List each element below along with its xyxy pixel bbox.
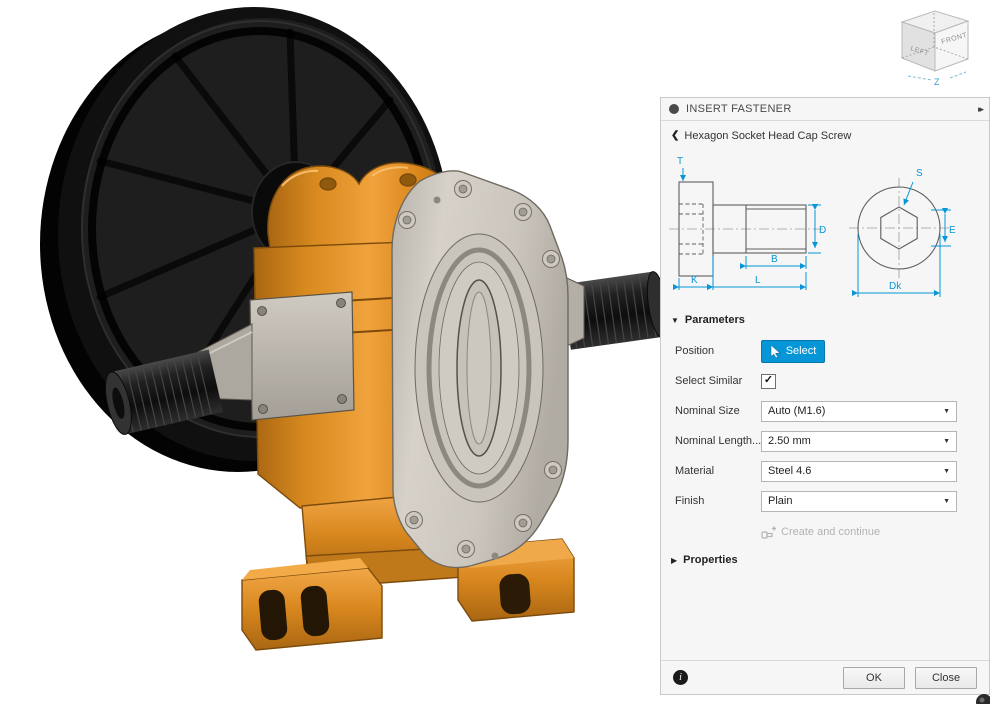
position-row: Position Select <box>675 340 975 362</box>
dim-label-l: L <box>755 275 761 286</box>
dim-label-e: E <box>949 225 956 236</box>
select-similar-row: Select Similar ✓ <box>675 370 975 392</box>
material-label: Material <box>675 465 761 477</box>
checkmark-icon: ✓ <box>764 375 773 386</box>
dim-label-s: S <box>916 168 923 179</box>
mounting-base[interactable] <box>242 539 574 650</box>
3d-model-gear-pump[interactable] <box>0 0 660 704</box>
insert-fastener-dialog: INSERT FASTENER ▸▸ ❮ Hexagon Socket Head… <box>660 97 990 695</box>
chevron-down-icon: ▼ <box>943 438 950 445</box>
back-chevron-icon: ❮ <box>671 131 679 141</box>
dim-label-t: T <box>677 156 683 167</box>
chevron-down-icon: ▼ <box>943 468 950 475</box>
select-similar-checkbox[interactable]: ✓ <box>761 374 776 389</box>
pointer-badge-icon <box>972 690 990 704</box>
material-dropdown[interactable]: Steel 4.6 ▼ <box>761 461 957 482</box>
section-expanded-icon: ▼ <box>671 316 679 325</box>
dialog-title: INSERT FASTENER <box>686 103 792 115</box>
cursor-icon <box>770 345 781 358</box>
finish-label: Finish <box>675 495 761 507</box>
section-collapsed-icon: ▶ <box>671 556 677 565</box>
create-and-continue-button[interactable]: Create and continue <box>761 522 880 542</box>
position-select-button[interactable]: Select <box>761 340 825 363</box>
select-similar-label: Select Similar <box>675 375 761 387</box>
chevron-down-icon: ▼ <box>943 408 950 415</box>
create-continue-icon <box>761 525 776 540</box>
chevron-down-icon: ▼ <box>943 498 950 505</box>
info-icon[interactable]: i <box>673 670 688 685</box>
dialog-footer: i OK Close <box>661 660 989 694</box>
nominal-size-row: Nominal Size Auto (M1.6) ▼ <box>675 400 975 422</box>
parameters-section-header[interactable]: ▼ Parameters <box>671 314 745 326</box>
close-button[interactable]: Close <box>915 667 977 689</box>
nominal-length-dropdown[interactable]: 2.50 mm ▼ <box>761 431 957 452</box>
z-axis-label: Z <box>934 77 940 87</box>
dim-label-d: D <box>819 225 826 236</box>
view-cube[interactable]: LEFT FRONT Z <box>888 2 984 90</box>
dim-label-dk: Dk <box>889 281 902 292</box>
nominal-length-row: Nominal Length... 2.50 mm ▼ <box>675 430 975 452</box>
nominal-length-label: Nominal Length... <box>675 435 761 447</box>
finish-row: Finish Plain ▼ <box>675 490 975 512</box>
parameters-title: Parameters <box>685 314 745 326</box>
fastener-type-label: Hexagon Socket Head Cap Screw <box>684 130 851 142</box>
ok-button[interactable]: OK <box>843 667 905 689</box>
panel-grip-icon[interactable] <box>669 104 679 114</box>
material-row: Material Steel 4.6 ▼ <box>675 460 975 482</box>
outlet-port[interactable] <box>554 270 660 352</box>
expand-panel-icon[interactable]: ▸▸ <box>978 104 981 115</box>
nominal-size-label: Nominal Size <box>675 405 761 417</box>
back-link[interactable]: ❮ Hexagon Socket Head Cap Screw <box>671 128 851 144</box>
dialog-header: INSERT FASTENER ▸▸ <box>661 98 989 121</box>
app-canvas[interactable]: LEFT FRONT Z INSERT FASTENER ▸▸ ❮ Hexago… <box>0 0 990 704</box>
dim-label-k: K <box>691 275 698 286</box>
properties-title: Properties <box>683 554 737 566</box>
cover-plate[interactable] <box>392 171 568 568</box>
finish-dropdown[interactable]: Plain ▼ <box>761 491 957 512</box>
properties-section-header[interactable]: ▶ Properties <box>671 554 738 566</box>
position-label: Position <box>675 345 761 357</box>
nominal-size-dropdown[interactable]: Auto (M1.6) ▼ <box>761 401 957 422</box>
dim-label-b: B <box>771 254 778 265</box>
fastener-diagram: T D B K L S E Dk <box>661 148 990 310</box>
